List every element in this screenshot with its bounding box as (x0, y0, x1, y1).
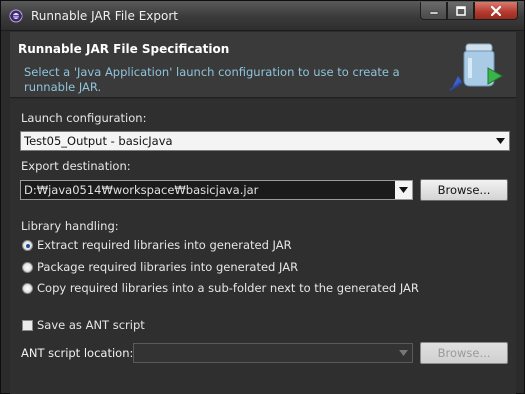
export-destination-value: D:₩java0514₩workspace₩basicjava.jar (24, 183, 259, 197)
dropdown-arrow-icon (395, 344, 412, 362)
jar-export-icon (449, 43, 504, 91)
eclipse-icon (9, 9, 23, 23)
minimize-icon (429, 11, 438, 14)
close-button[interactable] (474, 2, 518, 20)
maximize-icon (455, 5, 466, 16)
maximize-button[interactable] (447, 2, 474, 20)
export-browse-button[interactable]: Browse... (420, 179, 508, 201)
close-icon (490, 5, 502, 16)
radio-extract-libraries[interactable] (22, 240, 33, 251)
dropdown-arrow-icon (395, 181, 412, 199)
ant-location-input[interactable] (133, 343, 413, 363)
window-controls (420, 2, 518, 20)
radio-copy-label[interactable]: Copy required libraries into a sub-folde… (37, 281, 419, 295)
radio-package-label[interactable]: Package required libraries into generate… (37, 260, 298, 274)
export-destination-label: Export destination: (21, 159, 131, 173)
title-bar[interactable]: Runnable JAR File Export (1, 1, 524, 31)
banner-description: Select a 'Java Application' launch confi… (24, 65, 400, 94)
radio-extract-label[interactable]: Extract required libraries into generate… (37, 238, 292, 252)
header-banner: Runnable JAR File Specification Select a… (10, 32, 516, 98)
dropdown-arrow-icon (492, 132, 509, 150)
ant-browse-button[interactable]: Browse... (420, 342, 508, 364)
launch-config-combo[interactable]: Test05_Output - basicJava (20, 131, 510, 151)
minimize-button[interactable] (420, 2, 447, 20)
launch-config-label: Launch configuration: (21, 111, 147, 125)
export-dialog: Runnable JAR File Export Runnable JAR Fi… (0, 0, 525, 394)
export-destination-input[interactable]: D:₩java0514₩workspace₩basicjava.jar (20, 180, 413, 200)
save-ant-checkbox[interactable] (22, 320, 33, 331)
radio-package-libraries[interactable] (22, 262, 33, 273)
ant-location-label: ANT script location: (21, 346, 134, 360)
launch-config-value: Test05_Output - basicJava (24, 134, 173, 148)
dialog-content: Launch configuration: Test05_Output - ba… (10, 99, 516, 394)
window-title: Runnable JAR File Export (31, 9, 178, 23)
radio-copy-libraries[interactable] (22, 283, 33, 294)
banner-title: Runnable JAR File Specification (18, 42, 230, 56)
save-ant-label[interactable]: Save as ANT script (37, 318, 145, 332)
library-handling-label: Library handling: (21, 219, 119, 233)
